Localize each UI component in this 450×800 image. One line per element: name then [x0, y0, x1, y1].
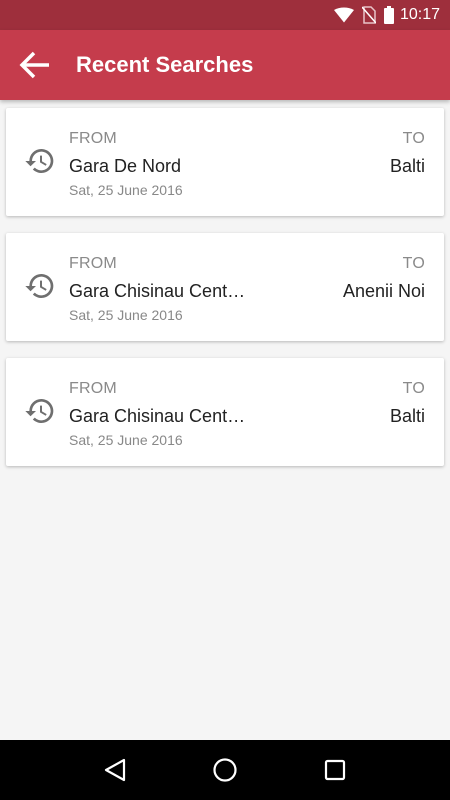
- to-station: Balti: [389, 156, 425, 176]
- back-triangle-icon: [104, 758, 126, 782]
- back-button[interactable]: [0, 30, 70, 100]
- nav-home-button[interactable]: [200, 745, 250, 795]
- history-icon: [25, 274, 54, 298]
- from-label: FROM: [69, 130, 117, 147]
- arrow-left-icon: [19, 51, 49, 79]
- from-station: Gara Chisinau Centrala: [69, 406, 249, 426]
- to-label: TO: [402, 380, 425, 397]
- recent-search-card[interactable]: FROM Gara Chisinau Centrala Sat, 25 June…: [6, 358, 444, 466]
- recents-square-icon: [324, 759, 346, 781]
- nav-recents-button[interactable]: [310, 745, 360, 795]
- recent-search-card[interactable]: FROM Gara De Nord Sat, 25 June 2016 TO B…: [6, 108, 444, 216]
- status-time: 10:17: [399, 6, 440, 23]
- to-station: Anenii Noi: [342, 281, 425, 301]
- status-bar: 10:17: [0, 0, 450, 30]
- page-title: Recent Searches: [76, 52, 254, 77]
- home-circle-icon: [213, 758, 237, 782]
- nav-back-button[interactable]: [90, 745, 140, 795]
- history-icon: [25, 149, 54, 173]
- search-date: Sat, 25 June 2016: [69, 182, 183, 198]
- recent-search-card[interactable]: FROM Gara Chisinau Centrala Sat, 25 June…: [6, 233, 444, 341]
- battery-icon: [383, 6, 394, 24]
- app-bar: Recent Searches: [0, 30, 450, 100]
- recent-searches-list: FROM Gara De Nord Sat, 25 June 2016 TO B…: [6, 108, 444, 483]
- history-icon: [25, 399, 54, 423]
- from-station: Gara De Nord: [69, 156, 182, 176]
- from-label: FROM: [69, 380, 117, 397]
- search-date: Sat, 25 June 2016: [69, 307, 183, 323]
- to-station: Balti: [389, 406, 425, 426]
- search-date: Sat, 25 June 2016: [69, 432, 183, 448]
- system-nav-bar: [0, 740, 450, 800]
- wifi-icon: [333, 7, 354, 23]
- from-label: FROM: [69, 255, 117, 272]
- to-label: TO: [402, 130, 425, 147]
- from-station: Gara Chisinau Centrala: [69, 281, 249, 301]
- to-label: TO: [402, 255, 425, 272]
- no-sim-icon: [361, 6, 376, 24]
